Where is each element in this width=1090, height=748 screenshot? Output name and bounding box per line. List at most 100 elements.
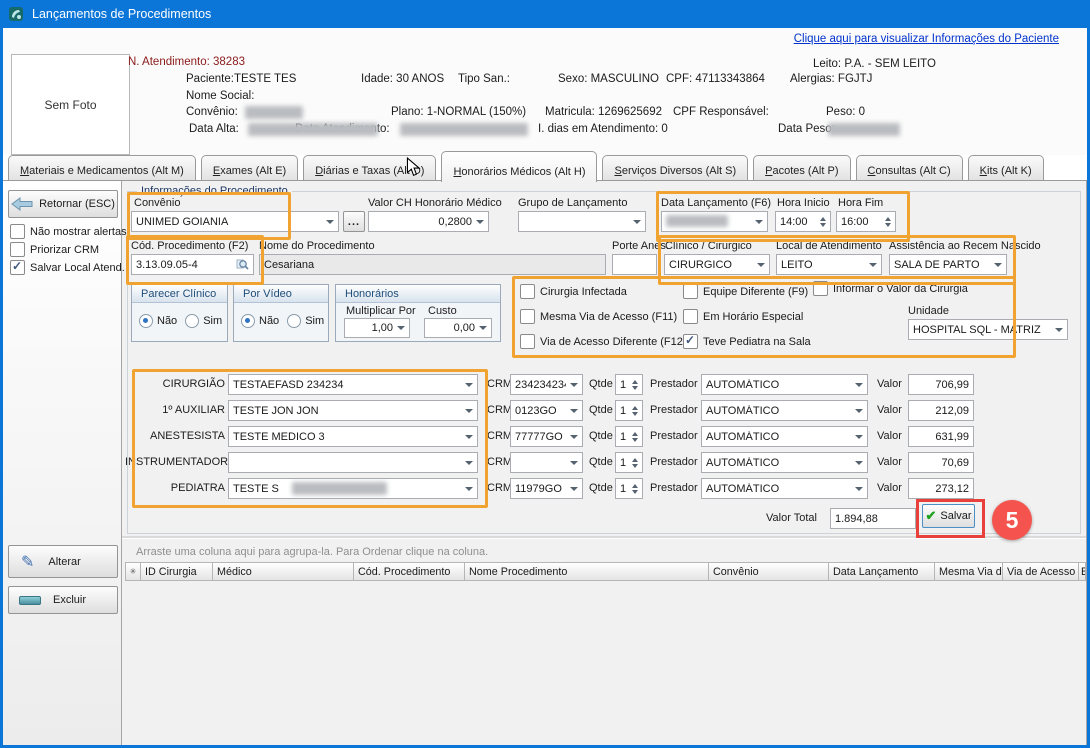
return-button[interactable]: Retornar (ESC) — [8, 190, 118, 218]
valor-ch-combobox[interactable]: 0,2800 — [368, 211, 489, 232]
anestesista-qtde-spinner[interactable]: 1 — [615, 426, 643, 447]
unidade-combobox[interactable]: HOSPITAL SQL - MATRIZ — [908, 319, 1068, 340]
option-nao-mostrar-alertas[interactable]: Não mostrar alertas — [10, 224, 127, 239]
title-bar: Lançamentos de Procedimentos — [0, 0, 1090, 28]
checkbox[interactable] — [813, 281, 828, 296]
tab-consultas[interactable]: Consultas (Alt C) — [856, 155, 963, 181]
tab-kits[interactable]: Kits (Alt K) — [968, 155, 1044, 181]
tab-materiais-e-medicamentos[interactable]: Materiais e Medicamentos (Alt M) — [8, 155, 196, 181]
custo-combobox[interactable]: 0,00 — [424, 318, 492, 338]
edit-button[interactable]: ✎ Alterar — [8, 545, 118, 578]
convenio-combobox[interactable]: UNIMED GOIANIA — [131, 211, 339, 232]
radio-video-nao[interactable] — [241, 314, 255, 328]
auxiliar-valor-field[interactable]: 212,09 — [908, 400, 974, 421]
auxiliar-name-combobox[interactable]: TESTE JON JON — [228, 400, 478, 421]
radio-video-sim[interactable] — [287, 314, 301, 328]
left-sidebar: Retornar (ESC) Não mostrar alertas Prior… — [3, 181, 122, 745]
instrumentador-crm-combobox[interactable] — [510, 452, 583, 473]
spinner-arrows-icon[interactable] — [632, 432, 638, 442]
pediatra-prestador-combobox[interactable]: AUTOMÁTICO — [701, 478, 868, 499]
pediatra-crm-combobox[interactable]: 11979GO — [510, 478, 583, 499]
tab-servicos-diversos[interactable]: Serviços Diversos (Alt S) — [602, 155, 748, 181]
spinner-arrows-icon[interactable] — [885, 217, 891, 227]
multiplicar-por-combobox[interactable]: 1,00 — [344, 318, 410, 338]
patient-info-link[interactable]: Clique aqui para visualizar Informações … — [794, 33, 1059, 45]
grid-col-convenio[interactable]: Convênio — [709, 562, 829, 581]
anestesista-prestador-combobox[interactable]: AUTOMÁTICO — [701, 426, 868, 447]
instrumentador-prestador-combobox[interactable]: AUTOMÁTICO — [701, 452, 868, 473]
hora-inicio-spinner[interactable]: 14:00 — [775, 211, 831, 232]
clinico-cirurgico-combobox[interactable]: CIRURGICO — [664, 254, 770, 275]
tab-pacotes[interactable]: Pacotes (Alt P) — [753, 155, 850, 181]
tab-exames[interactable]: Exames (Alt E) — [201, 155, 298, 181]
grid-col-via-de-acesso[interactable]: Via de Acesso — [1003, 562, 1079, 581]
instrumentador-valor-field[interactable]: 70,69 — [908, 452, 974, 473]
redacted-insurance-value — [245, 106, 303, 119]
valor-label: Valor — [877, 378, 902, 390]
spinner-arrows-icon[interactable] — [632, 380, 638, 390]
anestesista-name-combobox[interactable]: TESTE MEDICO 3 — [228, 426, 478, 447]
hora-fim-spinner[interactable]: 16:00 — [836, 211, 896, 232]
cod-procedimento-field[interactable]: 3.13.09.05-4 — [131, 254, 254, 275]
cirurgiao-qtde-spinner[interactable]: 1 — [615, 374, 643, 395]
auxiliar-prestador-combobox[interactable]: AUTOMÁTICO — [701, 400, 868, 421]
option-priorizar-crm[interactable]: Priorizar CRM — [10, 242, 99, 257]
delete-button[interactable]: Excluir — [8, 586, 118, 614]
checkbox[interactable] — [520, 334, 535, 349]
flag-equipe-diferente[interactable]: Equipe Diferente (F9) — [683, 284, 808, 299]
instrumentador-qtde-spinner[interactable]: 1 — [615, 452, 643, 473]
porte-anes-field[interactable] — [612, 254, 657, 275]
auxiliar-qtde-spinner[interactable]: 1 — [615, 400, 643, 421]
checkbox[interactable] — [683, 284, 698, 299]
convenio-more-button[interactable]: ... — [343, 211, 365, 232]
step-5-badge: 5 — [992, 500, 1032, 540]
spinner-arrows-icon[interactable] — [632, 458, 638, 468]
flag-informar-valor-cirurgia[interactable]: Informar o Valor da Cirurgia — [813, 281, 968, 296]
grid-col-nome-procedimento[interactable]: Nome Procedimento — [465, 562, 709, 581]
spinner-arrows-icon[interactable] — [632, 484, 638, 494]
spinner-arrows-icon[interactable] — [820, 217, 826, 227]
cirurgiao-prestador-combobox[interactable]: AUTOMÁTICO — [701, 374, 868, 395]
checkbox[interactable] — [683, 334, 698, 349]
grid-col-id-cirurgia[interactable]: ID Cirurgia — [141, 562, 213, 581]
grid-col-data-lancamento[interactable]: Data Lançamento — [829, 562, 935, 581]
assistencia-combobox[interactable]: SALA DE PARTO — [889, 254, 1007, 275]
instrumentador-name-combobox[interactable] — [228, 452, 478, 473]
grid-col-clipped[interactable]: E — [1079, 562, 1086, 581]
option-salvar-local-atend[interactable]: Salvar Local Atend. — [10, 260, 125, 275]
flag-mesma-via-acesso[interactable]: Mesma Via de Acesso (F11) — [520, 309, 677, 324]
cirurgiao-crm-combobox[interactable]: 2342342340 — [510, 374, 583, 395]
anestesista-valor-field[interactable]: 631,99 — [908, 426, 974, 447]
anestesista-crm-combobox[interactable]: 77777GO — [510, 426, 583, 447]
grid-col-cod-procedimento[interactable]: Cód. Procedimento — [354, 562, 465, 581]
flag-cirurgia-infectada[interactable]: Cirurgia Infectada — [520, 284, 627, 299]
cirurgiao-valor-field[interactable]: 706,99 — [908, 374, 974, 395]
checkbox[interactable] — [10, 260, 25, 275]
patient-allergies: Alergias: FGJTJ — [790, 73, 872, 85]
grid-col-medico[interactable]: Médico — [213, 562, 354, 581]
search-icon[interactable] — [236, 258, 249, 271]
chevron-down-icon — [465, 383, 473, 387]
flag-teve-pediatra-na-sala[interactable]: Teve Pediatra na Sala — [683, 334, 811, 349]
tab-diarias-e-taxas[interactable]: Diárias e Taxas (Alt D) — [303, 155, 436, 181]
spinner-arrows-icon[interactable] — [632, 406, 638, 416]
radio-parecer-nao[interactable] — [139, 314, 153, 328]
pediatra-valor-field[interactable]: 273,12 — [908, 478, 974, 499]
auxiliar-crm-combobox[interactable]: 0123GO — [510, 400, 583, 421]
radio-parecer-sim[interactable] — [185, 314, 199, 328]
checkbox[interactable] — [683, 309, 698, 324]
flag-em-horario-especial[interactable]: Em Horário Especial — [683, 309, 803, 324]
pediatra-qtde-spinner[interactable]: 1 — [615, 478, 643, 499]
grupo-lancamento-combobox[interactable] — [518, 211, 646, 232]
checkbox[interactable] — [520, 284, 535, 299]
back-arrow-icon — [11, 197, 33, 211]
tab-honorarios-medicos[interactable]: Honorários Médicos (Alt H) — [441, 151, 597, 182]
checkbox[interactable] — [10, 242, 25, 257]
checkbox[interactable] — [520, 309, 535, 324]
checkbox[interactable] — [10, 224, 25, 239]
local-atendimento-combobox[interactable]: LEITO — [776, 254, 882, 275]
flag-via-acesso-diferente[interactable]: Via de Acesso Diferente (F12) — [520, 334, 687, 349]
cirurgiao-name-combobox[interactable]: TESTAEFASD 234234 — [228, 374, 478, 395]
grid-col-mesma-via[interactable]: Mesma Via de Acesso — [935, 562, 1003, 581]
save-button[interactable]: ✔ Salvar — [922, 504, 975, 528]
